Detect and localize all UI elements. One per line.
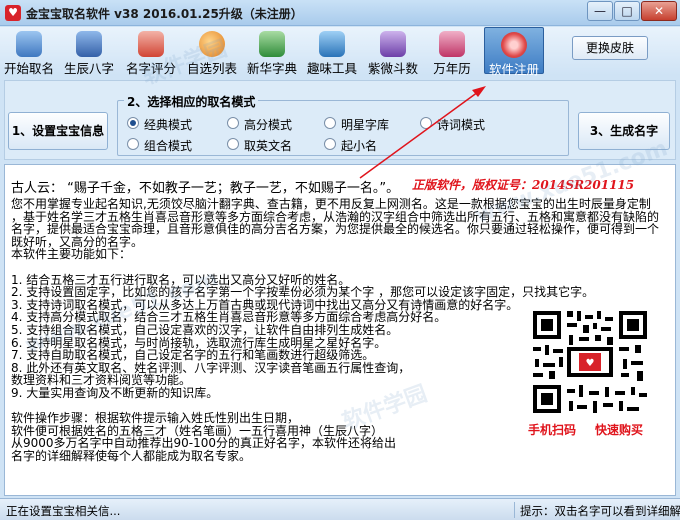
change-skin-button[interactable]: 更换皮肤 [572,36,648,60]
qr-caption-scan: 手机扫码 [528,423,577,437]
setup-baby-info-button[interactable]: 1、设置宝宝信息 [8,112,108,150]
radio-label: 诗词模式 [437,118,486,132]
radio-dot [324,138,336,150]
register-flower-icon [501,32,527,58]
text-line: 从9000多万名字中自动推荐出90-100分的真正好名字，本软件还将给出 [11,436,397,451]
toolbar-almanac[interactable]: 万年历 [426,27,478,76]
dictionary-icon [259,31,285,57]
radio-label: 明星字库 [341,118,390,132]
main-toolbar: 开始取名 生辰八字 名字评分 自选列表 新华字典 趣味工具 紫微斗数 万年历 软… [0,27,680,77]
ziwei-star-icon [380,31,406,57]
app-logo-icon: ♥ [5,5,21,21]
toolbar-custom-list[interactable]: 自选列表 [184,27,240,76]
globe-list-icon [199,31,225,57]
toolbar-label: 紫微斗数 [367,61,418,76]
toolbar-label: 自选列表 [186,61,237,76]
window-title: 金宝宝取名软件 v38 2016.01.25升级（未注册） [26,7,303,21]
quote-line: 古人云： “赐子千金，不如教子一艺；教子一艺，不如赐子一名。”。 [11,181,400,196]
radio-dot [127,117,139,129]
toolbar-label: 趣味工具 [306,61,357,76]
info-text-area[interactable]: 古人云： “赐子千金，不如教子一艺；教子一艺，不如赐子一名。”。 正版软件，版权… [4,164,676,496]
text-line: 本软件主要功能如下： [11,247,132,262]
radio-label: 经典模式 [144,118,193,132]
naming-mode-group-title: 2、选择相应的取名模式 [124,93,259,110]
toolbar-register[interactable]: 软件注册 [484,27,544,77]
license-notice: 正版软件，版权证号：2014SR201115 [412,178,635,192]
qr-caption-buy: 快速购买 [595,423,644,437]
status-message: 正在设置宝宝相关信... [6,504,121,518]
title-bar: ♥ 金宝宝取名软件 v38 2016.01.25升级（未注册） — □ ✕ [0,0,680,26]
toolbar-label: 软件注册 [488,62,539,77]
radio-dot [127,138,139,150]
text-line: 2. 支持设置固定字，比如您的孩子名字第一个字按辈份必须为某个字 ，那您可以设定… [11,285,595,300]
radio-dot [227,117,239,129]
purchase-qr-code[interactable]: ♥ [527,307,653,417]
radio-label: 起小名 [341,139,378,153]
status-divider [514,502,515,518]
toolbar-label: 新华字典 [246,61,297,76]
toolbar-fun-tools[interactable]: 趣味工具 [304,27,360,76]
radio-label: 组合模式 [144,139,193,153]
toolbar-ziwei[interactable]: 紫微斗数 [364,27,422,76]
calendar-person-icon [76,31,102,57]
status-bar: 正在设置宝宝相关信... 提示：双击名字可以看到详细解释 [0,498,680,520]
toolbar-label: 生辰八字 [63,61,114,76]
radio-dot [324,117,336,129]
radio-label: 高分模式 [244,118,293,132]
maximize-button[interactable]: □ [614,1,640,21]
status-hint: 提示：双击名字可以看到详细解释 [520,504,680,518]
toolbar-birth-chart[interactable]: 生辰八字 [60,27,118,76]
svg-text:♥: ♥ [586,358,595,369]
toolbar-label: 开始取名 [3,61,54,76]
tools-icon [319,31,345,57]
generate-names-button[interactable]: 3、生成名字 [578,112,670,150]
almanac-icon [439,31,465,57]
minimize-button[interactable]: — [587,1,613,21]
toolbar-name-score[interactable]: 名字评分 [122,27,180,76]
text-line: 您不用掌握专业起名知识,无须饺尽脑汁翻字典、查古籍，更不用反复上网测名。这是一款… [11,197,651,211]
toolbar-label: 名字评分 [125,61,176,76]
people-icon [16,31,42,57]
text-line: 名字的详细解释使每个人都能成为取名专家。 [11,448,252,463]
toolbar-start-naming[interactable]: 开始取名 [2,27,56,76]
toolbar-xinhua-dictionary[interactable]: 新华字典 [244,27,300,76]
text-line [11,261,663,274]
radio-dot [227,138,239,150]
text-line: 名字，提供最适合宝宝命理，且音形意俱佳的高分吉名方案，为您提供最全的候选名。你只… [11,222,660,237]
toolbar-label: 万年历 [433,61,471,76]
score-sheet-icon [138,31,164,57]
close-button[interactable]: ✕ [641,1,677,21]
radio-dot [420,117,432,129]
radio-label: 取英文名 [244,139,293,153]
